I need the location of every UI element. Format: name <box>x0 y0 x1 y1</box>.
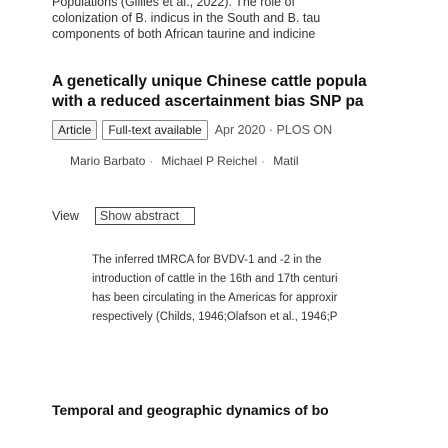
abstract-line: respectively (Childs, 1946;Olafson et al… <box>92 311 338 323</box>
author-list: Mario Barbato · Michael P Reichel · Mati… <box>70 154 299 168</box>
fulltext-available-badge[interactable]: Full-text available <box>102 120 208 140</box>
result-title-line[interactable]: with a reduced ascertainment bias SNP pa <box>52 92 448 112</box>
view-label: View <box>52 209 79 223</box>
author-separator: · <box>149 154 154 168</box>
abstract-line: introduction of cattle in the 16th and 1… <box>92 273 338 285</box>
previous-result-snippet: Populations (Gillies et al., 2022). The … <box>52 0 448 42</box>
author-separator: · <box>261 154 266 168</box>
result-title-line[interactable]: A genetically unique Chinese cattle popu… <box>52 72 448 92</box>
result-meta: Article Full-text available Apr 2020 · P… <box>52 120 332 140</box>
abstract-line: has been circulating in the Americas for… <box>92 292 338 304</box>
article-type-badge: Article <box>52 120 98 140</box>
publication-date: Apr 2020 · PLOS ON <box>214 123 333 137</box>
snippet-line: components of both African taurine and i… <box>52 27 316 41</box>
search-results-page: Populations (Gillies et al., 2022). The … <box>0 0 448 448</box>
snippet-line: Populations (Gillies et al., 2022). The … <box>52 0 295 9</box>
abstract-snippet: The inferred tMRCA for BVDV-1 and -2 in … <box>92 251 448 327</box>
author-link[interactable]: Matil <box>273 154 298 168</box>
show-abstract-button[interactable]: Show abstract <box>94 207 195 225</box>
author-link[interactable]: Michael P Reichel <box>161 154 257 168</box>
author-link[interactable]: Mario Barbato <box>70 154 145 168</box>
snippet-line: colonization of B. indicus in the South … <box>52 11 321 25</box>
next-result-title[interactable]: Temporal and geographic dynamics of bo <box>52 402 329 418</box>
abstract-line: The inferred tMRCA for BVDV-1 and -2 in … <box>92 254 322 266</box>
result-title[interactable]: A genetically unique Chinese cattle popu… <box>52 72 448 112</box>
view-row: View Show abstract <box>52 207 195 225</box>
